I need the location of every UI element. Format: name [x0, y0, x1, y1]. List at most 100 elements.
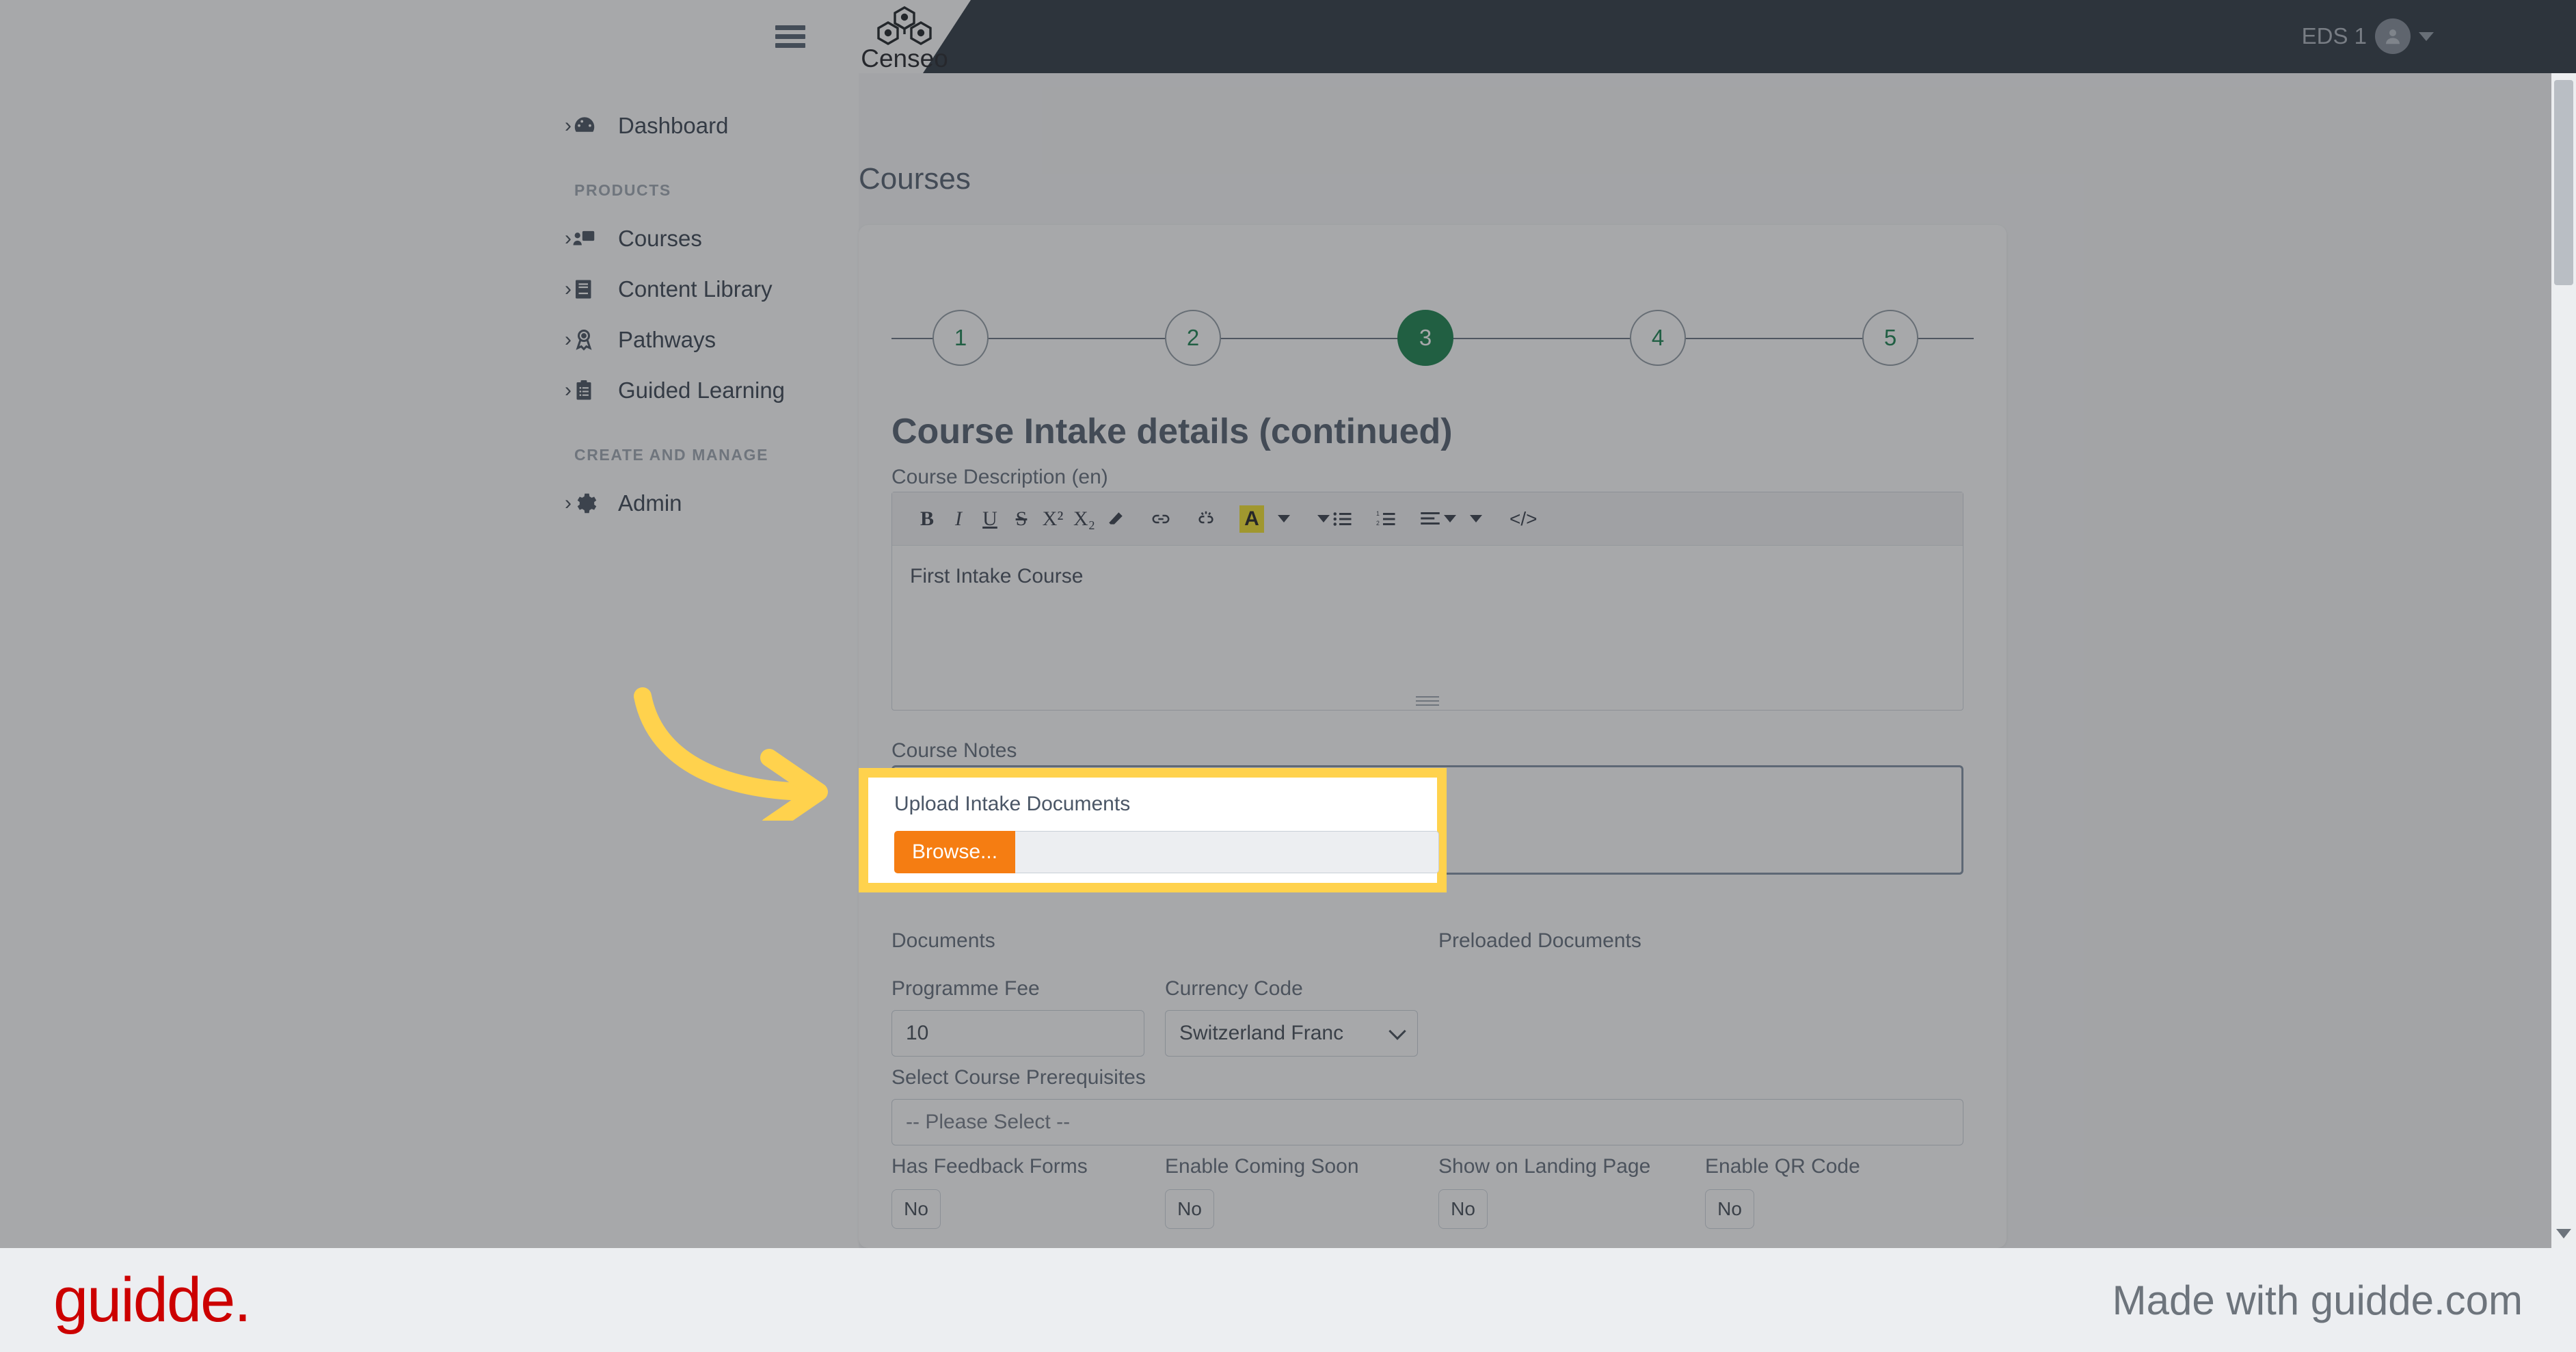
sidebar-section-create-and-manage: CREATE AND MANAGE [574, 446, 769, 464]
align-icon[interactable] [1416, 501, 1460, 537]
has-feedback-forms-label: Has Feedback Forms [891, 1155, 1088, 1178]
underline-icon[interactable]: U [974, 501, 1006, 537]
course-description-label: Course Description (en) [891, 466, 1108, 488]
course-description-value[interactable]: First Intake Course [892, 546, 1963, 607]
align-dropdown-icon[interactable] [1460, 501, 1492, 537]
user-menu[interactable]: EDS 1 [2302, 16, 2434, 56]
wizard-stepper: 1 2 3 4 5 [859, 300, 2007, 375]
scroll-down-arrow-icon[interactable] [2556, 1229, 2571, 1238]
browse-button[interactable]: Browse... [894, 831, 1016, 873]
editor-resize-handle[interactable] [1416, 696, 1439, 706]
sidebar-navigation: Dashboard › PRODUCTS Courses › Content L… [0, 73, 859, 1248]
application-screenshot: Censeo EDS 1 Dashboard › PRODUCTS Course… [0, 0, 2576, 1248]
sidebar-item-label: Dashboard [618, 113, 729, 138]
sidebar-item-label: Content Library [618, 276, 773, 302]
stepper-step-3[interactable]: 3 [1397, 310, 1453, 366]
currency-code-label: Currency Code [1165, 977, 1303, 1000]
sidebar-item-admin[interactable]: Admin › [0, 478, 859, 529]
chevron-right-icon: › [565, 328, 572, 351]
chevron-right-icon: › [565, 227, 572, 250]
file-upload-row: Browse... [894, 831, 1440, 873]
italic-icon[interactable]: I [943, 501, 974, 537]
sidebar-item-guided-learning[interactable]: Guided Learning › [0, 365, 859, 416]
currency-code-select[interactable]: Switzerland Franc [1165, 1010, 1418, 1057]
svg-text:1: 1 [1376, 510, 1380, 517]
brand-logo[interactable]: Censeo [840, 5, 969, 72]
upload-intake-documents-panel: Upload Intake Documents Browse... [868, 778, 1440, 883]
gear-icon [572, 490, 611, 516]
course-intake-card: 1 2 3 4 5 Course Intake details (continu… [859, 225, 2007, 1248]
scrollbar-thumb[interactable] [2554, 80, 2573, 285]
course-notes-label: Course Notes [891, 739, 1017, 762]
user-avatar-icon [2375, 18, 2411, 54]
has-feedback-forms-toggle[interactable]: No [891, 1189, 941, 1229]
preloaded-documents-label: Preloaded Documents [1438, 929, 1641, 952]
svg-text:2: 2 [1376, 519, 1380, 526]
book-icon [572, 277, 611, 302]
stepper-step-1[interactable]: 1 [933, 310, 989, 366]
sidebar-item-content-library[interactable]: Content Library › [0, 264, 859, 315]
eraser-icon[interactable] [1100, 501, 1131, 537]
guidde-footer: guidde. Made with guidde.com [0, 1248, 2576, 1352]
chevron-down-icon [1388, 1022, 1406, 1040]
text-color-dropdown-icon[interactable] [1268, 501, 1300, 537]
enable-coming-soon-toggle[interactable]: No [1165, 1189, 1214, 1229]
course-prerequisites-select[interactable]: -- Please Select -- [891, 1099, 1963, 1145]
documents-label: Documents [891, 929, 995, 952]
courses-presentation-icon [572, 226, 611, 252]
clipboard-list-icon [572, 378, 611, 403]
chevron-down-icon[interactable] [2419, 31, 2434, 41]
stepper-step-4[interactable]: 4 [1630, 310, 1686, 366]
sidebar-item-label: Admin [618, 490, 682, 516]
page-scrollbar[interactable] [2551, 73, 2576, 1248]
dashboard-gauge-icon [572, 113, 611, 139]
sidebar-item-label: Guided Learning [618, 377, 786, 403]
course-description-editor[interactable]: B I U S X² X₂ A 1 2 </> First Intake Cou… [891, 492, 1963, 711]
censeo-hex-network-logo [865, 5, 944, 48]
hamburger-menu-icon[interactable] [775, 25, 805, 48]
sidebar-item-courses[interactable]: Courses › [0, 213, 859, 264]
top-bar: Censeo EDS 1 [0, 0, 2576, 73]
show-on-landing-page-label: Show on Landing Page [1438, 1155, 1651, 1178]
page-title: Courses [859, 162, 971, 196]
programme-fee-label: Programme Fee [891, 977, 1040, 1000]
form-title: Course Intake details (continued) [891, 412, 1453, 451]
course-prerequisites-label: Select Course Prerequisites [891, 1066, 1146, 1089]
upload-intake-documents-highlight: Upload Intake Documents Browse... [859, 768, 1447, 892]
made-with-guidde-text: Made with guidde.com [2112, 1277, 2523, 1323]
guidde-logo: guidde. [53, 1265, 252, 1335]
enable-qr-code-label: Enable QR Code [1705, 1155, 1860, 1178]
brand-name: Censeo [861, 44, 948, 72]
stepper-step-5[interactable]: 5 [1862, 310, 1918, 366]
top-bar-left-panel [0, 0, 971, 73]
programme-fee-input[interactable]: 10 [891, 1010, 1144, 1057]
sidebar-item-label: Courses [618, 226, 702, 251]
currency-code-value: Switzerland Franc [1179, 1022, 1344, 1044]
enable-qr-code-toggle[interactable]: No [1705, 1189, 1754, 1229]
enable-coming-soon-label: Enable Coming Soon [1165, 1155, 1359, 1178]
page-body: Dashboard › PRODUCTS Courses › Content L… [0, 73, 2576, 1248]
bullet-list-icon[interactable] [1313, 501, 1357, 537]
stepper-step-2[interactable]: 2 [1165, 310, 1221, 366]
superscript-icon[interactable]: X² [1037, 501, 1069, 537]
unlink-icon[interactable] [1190, 501, 1222, 537]
user-name: EDS 1 [2301, 23, 2367, 49]
chevron-right-icon: › [565, 492, 572, 514]
source-code-icon[interactable]: </> [1505, 501, 1541, 537]
sidebar-item-pathways[interactable]: Pathways › [0, 315, 859, 365]
bold-icon[interactable]: B [911, 501, 943, 537]
text-color-icon[interactable]: A [1235, 501, 1268, 537]
subscript-icon[interactable]: X₂ [1069, 501, 1100, 537]
chevron-right-icon: › [565, 278, 572, 300]
sidebar-item-dashboard[interactable]: Dashboard › [0, 101, 859, 151]
strikethrough-icon[interactable]: S [1006, 501, 1037, 537]
sidebar-item-label: Pathways [618, 327, 716, 352]
award-ribbon-icon [572, 328, 611, 352]
link-icon[interactable] [1145, 501, 1177, 537]
show-on-landing-page-toggle[interactable]: No [1438, 1189, 1488, 1229]
file-name-field[interactable] [1015, 831, 1440, 873]
chevron-right-icon: › [565, 114, 572, 137]
numbered-list-icon[interactable]: 12 [1371, 501, 1402, 537]
upload-intake-documents-label: Upload Intake Documents [894, 793, 1131, 815]
main-content: Courses 1 2 3 4 5 Course Intake details … [859, 73, 2576, 1248]
